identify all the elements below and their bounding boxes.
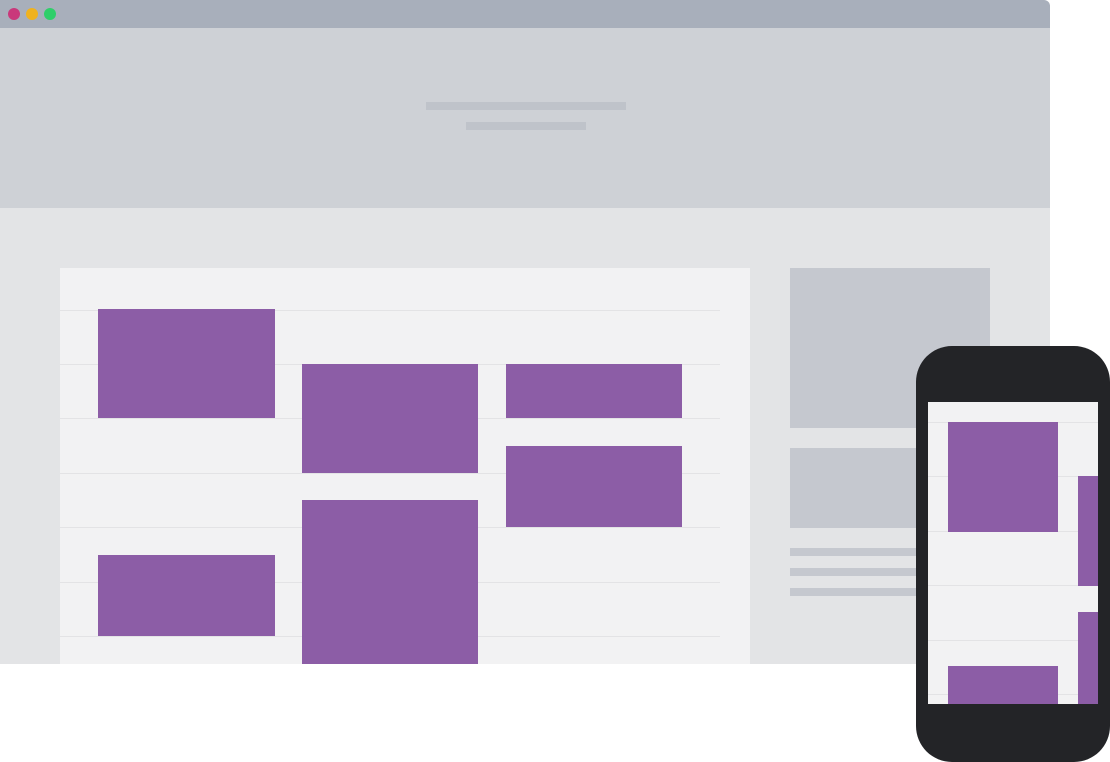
grid-tile[interactable] [98,555,275,636]
grid-tile[interactable] [1078,612,1098,704]
grid-tile[interactable] [302,500,478,664]
grid-baseline [928,585,1098,586]
browser-window [0,0,1050,664]
grid-tile[interactable] [1078,476,1098,586]
grid-tile[interactable] [948,666,1058,704]
grid-tile[interactable] [506,446,682,527]
close-dot-icon[interactable] [8,8,20,20]
minimize-dot-icon[interactable] [26,8,38,20]
hero-title-placeholder [426,102,626,110]
masonry-grid-panel [60,268,750,664]
browser-titlebar [0,0,1050,28]
zoom-dot-icon[interactable] [44,8,56,20]
grid-baseline [928,640,1098,641]
hero-subtitle-placeholder [466,122,586,130]
phone-screen [928,402,1098,704]
grid-tile[interactable] [948,422,1058,532]
grid-tile[interactable] [506,364,682,418]
grid-tile[interactable] [302,364,478,473]
grid-tile[interactable] [98,309,275,418]
hero-banner [0,28,1050,208]
